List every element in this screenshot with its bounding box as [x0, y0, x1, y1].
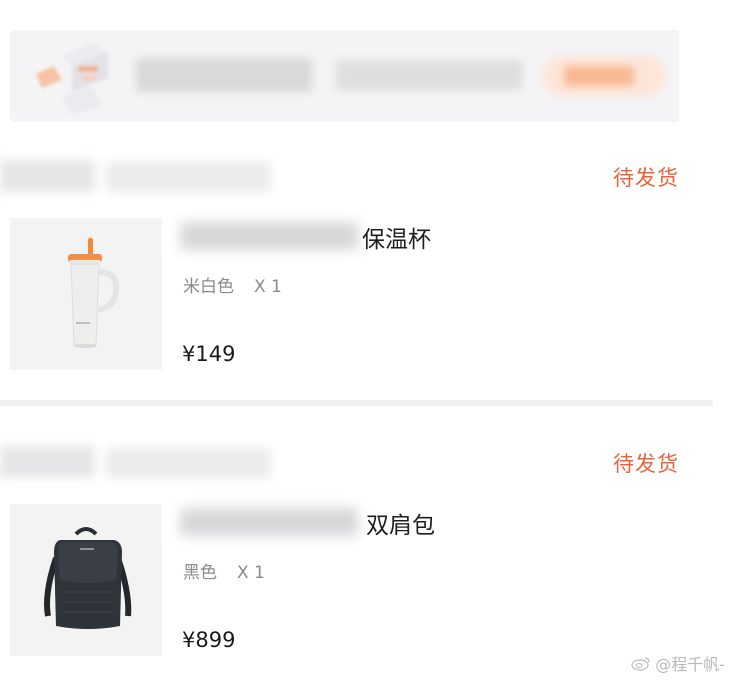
spec-quantity: X 1	[237, 563, 265, 583]
shop-name-blurred	[0, 446, 95, 478]
banner-text-blurred	[136, 58, 312, 92]
spec-quantity: X 1	[254, 277, 282, 297]
product-title-area[interactable]	[180, 504, 480, 538]
tumbler-image-icon	[10, 218, 162, 370]
spec-color: 米白色	[183, 277, 234, 297]
product-price: ¥899	[182, 628, 236, 652]
product-price: ¥149	[182, 342, 236, 366]
promo-banner[interactable]	[10, 30, 679, 122]
banner-action-button[interactable]	[542, 56, 666, 96]
product-title-blurred	[180, 222, 358, 250]
order-status: 待发货	[613, 452, 679, 476]
order-divider	[0, 400, 713, 406]
product-spec: 米白色 X 1	[183, 272, 282, 297]
order-list-page: 待发货 保温杯 米白色 X 1 ¥149 待发货 双肩包 黑色 X 1 ¥899…	[0, 0, 733, 683]
watermark-text: @程千帆-	[655, 655, 725, 674]
backpack-image-icon	[10, 504, 162, 656]
weibo-logo-icon	[631, 657, 650, 671]
shop-info-blurred	[106, 448, 271, 478]
product-spec: 黑色 X 1	[183, 558, 265, 583]
watermark: @程千帆-	[631, 651, 725, 675]
product-thumbnail[interactable]	[10, 504, 162, 656]
product-title-area[interactable]	[180, 218, 480, 252]
product-title[interactable]: 双肩包	[366, 506, 435, 540]
product-thumbnail[interactable]	[10, 218, 162, 370]
shop-name-blurred	[0, 160, 95, 192]
shop-info-blurred	[106, 162, 271, 192]
banner-text-blurred-2	[336, 60, 522, 90]
product-title-blurred	[180, 508, 358, 536]
order-status: 待发货	[613, 166, 679, 190]
banner-illustration-icon	[36, 42, 108, 114]
spec-color: 黑色	[183, 563, 217, 583]
product-title[interactable]: 保温杯	[362, 220, 431, 254]
